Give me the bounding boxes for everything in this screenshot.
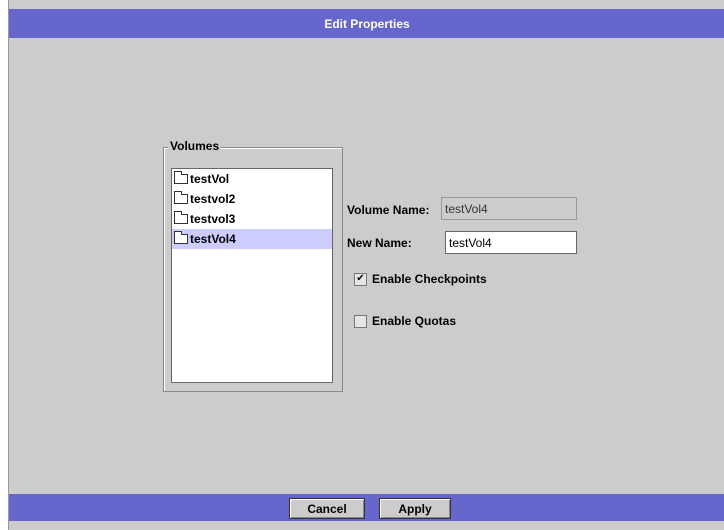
dialog-frame: Edit Properties Volumes testVol testvol2… [8, 0, 724, 530]
enable-checkpoints-checkbox[interactable]: ✔ [354, 272, 367, 286]
list-item-label: testVol4 [190, 232, 236, 246]
volumes-legend: Volumes [168, 139, 222, 153]
folder-icon [174, 211, 188, 224]
enable-quotas-checkbox[interactable] [354, 314, 367, 328]
list-item-label: testvol2 [190, 192, 236, 206]
folder-icon [174, 191, 188, 204]
enable-checkpoints-label: Enable Checkpoints [372, 272, 487, 286]
enable-quotas-label: Enable Quotas [372, 314, 457, 328]
bottom-strip [9, 521, 724, 530]
apply-button[interactable]: Apply [379, 498, 451, 519]
list-item-label: testvol3 [190, 212, 236, 226]
enable-quotas-row[interactable]: Enable Quotas [354, 314, 456, 328]
list-item[interactable]: testvol2 [172, 189, 332, 209]
folder-icon [174, 231, 188, 244]
dialog-title: Edit Properties [324, 16, 410, 31]
volume-name-field: testVol4 [441, 197, 577, 220]
folder-icon [174, 171, 188, 184]
volumes-list[interactable]: testVol testvol2 testvol3 testVol4 [171, 168, 333, 383]
list-item-selected[interactable]: testVol4 [172, 229, 332, 249]
title-bar: Edit Properties [9, 9, 724, 38]
list-item[interactable]: testVol [172, 169, 332, 189]
list-item-label: testVol [190, 172, 230, 186]
volume-name-label: Volume Name: [347, 203, 430, 217]
list-item[interactable]: testvol3 [172, 209, 332, 229]
new-name-input[interactable]: testVol4 [445, 231, 577, 254]
enable-checkpoints-row[interactable]: ✔ Enable Checkpoints [354, 272, 487, 286]
button-bar [9, 494, 724, 521]
cancel-button[interactable]: Cancel [289, 498, 365, 519]
new-name-label: New Name: [347, 236, 412, 250]
